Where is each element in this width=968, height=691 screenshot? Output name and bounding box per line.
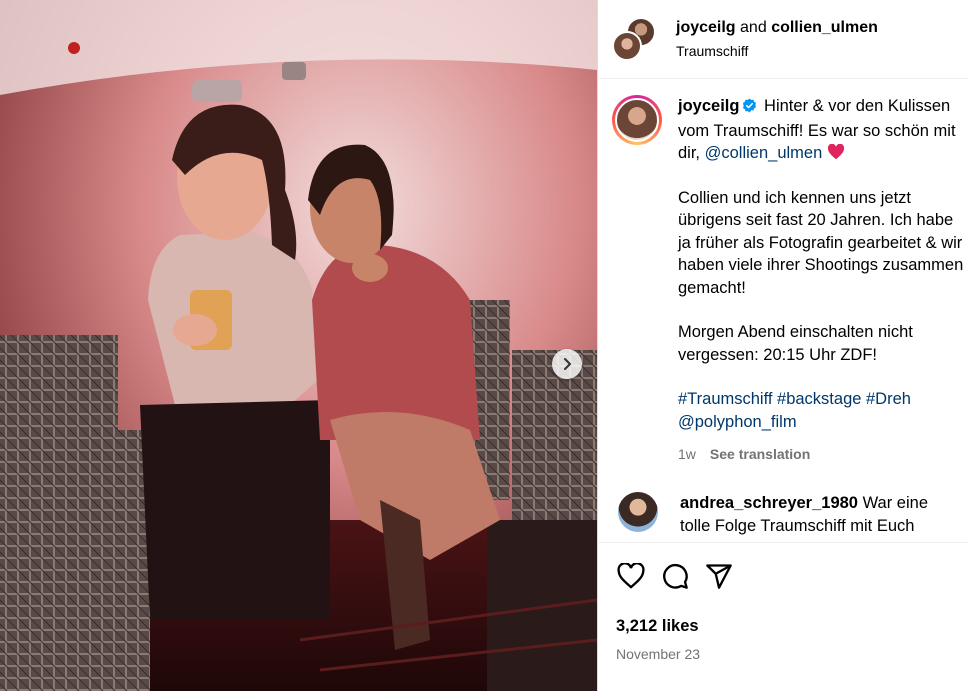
caption-meta: 1w See translation	[678, 443, 968, 466]
likes-count[interactable]: 3,212 likes	[616, 617, 968, 636]
post-photo	[0, 0, 597, 691]
commenter-avatar[interactable]	[618, 491, 658, 532]
caption-first-paragraph: joyceilg Hinter & vor den Kulissen vom T…	[678, 95, 968, 165]
actions-section: 3,212 likes November 23	[598, 542, 968, 691]
comment-icon[interactable]	[660, 561, 690, 591]
and-text: and	[740, 19, 767, 36]
hashtags-link[interactable]: #Traumschiff #backstage #Dreh	[678, 390, 911, 408]
heart-emoji-icon	[827, 143, 845, 162]
next-photo-button[interactable]	[552, 349, 582, 379]
mention-collien-link[interactable]: @collien_ulmen	[705, 144, 823, 162]
photo-scene	[0, 0, 597, 691]
commenter-username[interactable]: andrea_schreyer_1980	[680, 494, 858, 512]
caption-username[interactable]: joyceilg	[678, 97, 739, 115]
instagram-post: joyceilg and collien_ulmen Traumschiff j…	[0, 0, 968, 691]
see-translation-button[interactable]: See translation	[710, 443, 810, 466]
author-username[interactable]: joyceilg	[676, 19, 736, 36]
coauthor-username[interactable]: collien_ulmen	[771, 19, 878, 36]
action-icons	[616, 561, 968, 591]
caption-avatar[interactable]	[612, 95, 662, 145]
caption-paragraph-3: Morgen Abend einschalten nicht vergessen…	[678, 323, 913, 364]
comment-item: andrea_schreyer_1980 War eine tolle Folg…	[612, 491, 968, 538]
caption-body: joyceilg Hinter & vor den Kulissen vom T…	[678, 95, 968, 466]
header-usernames: joyceilg and collien_ulmen	[676, 19, 878, 37]
caption-tags: #Traumschiff #backstage #Dreh @polyphon_…	[678, 388, 968, 433]
post-header: joyceilg and collien_ulmen Traumschiff	[598, 0, 968, 79]
share-icon[interactable]	[704, 561, 734, 591]
verified-badge-icon	[742, 97, 757, 120]
location-link[interactable]: Traumschiff	[676, 43, 878, 59]
header-text: joyceilg and collien_ulmen Traumschiff	[676, 19, 878, 59]
post-sidebar: joyceilg and collien_ulmen Traumschiff j…	[597, 0, 968, 691]
caption: joyceilg Hinter & vor den Kulissen vom T…	[612, 95, 968, 466]
post-date[interactable]: November 23	[616, 646, 968, 662]
caption-paragraph-2: Collien und ich kennen uns jetzt übrigen…	[678, 188, 964, 297]
post-age[interactable]: 1w	[678, 443, 696, 466]
chevron-right-icon	[564, 358, 571, 370]
mention-polyphon-link[interactable]: @polyphon_film	[678, 413, 797, 431]
avatar-collien-ulmen[interactable]	[612, 31, 642, 61]
comment-body: andrea_schreyer_1980 War eine tolle Folg…	[680, 492, 940, 538]
collab-avatars[interactable]	[612, 17, 656, 61]
heart-icon[interactable]	[616, 561, 646, 591]
comments-section: joyceilg Hinter & vor den Kulissen vom T…	[598, 79, 968, 542]
